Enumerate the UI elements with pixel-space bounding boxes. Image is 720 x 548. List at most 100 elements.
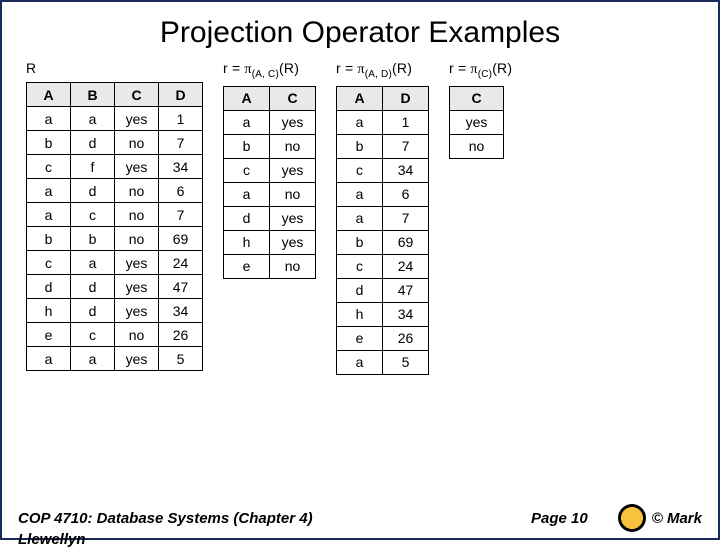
cell: a (337, 110, 383, 134)
col-header: C (115, 83, 159, 107)
cell: yes (270, 230, 316, 254)
cell: a (337, 206, 383, 230)
cell: yes (115, 299, 159, 323)
cell: no (270, 134, 316, 158)
cell: no (115, 131, 159, 155)
cell: b (337, 230, 383, 254)
table-row: cfyes34 (27, 155, 203, 179)
table-row: b7 (337, 134, 429, 158)
cell: c (71, 323, 115, 347)
footer-page: Page 10 (531, 510, 588, 527)
cell: c (224, 158, 270, 182)
column-relation-r: R A B C D aayes1bdno7cfyes34adno6acno7bb… (26, 60, 203, 371)
cell: 7 (383, 206, 429, 230)
cell: a (71, 107, 115, 131)
table-row: b69 (337, 230, 429, 254)
cell: yes (115, 251, 159, 275)
table-row: aayes1 (27, 107, 203, 131)
table-row: ddyes47 (27, 275, 203, 299)
pi-subscript: (A, C) (252, 69, 279, 80)
pi-subscript: (A, D) (365, 69, 392, 80)
cell: yes (270, 206, 316, 230)
col-header: C (270, 86, 316, 110)
label-text: r = (449, 60, 470, 76)
cell: yes (270, 110, 316, 134)
label-text: r = (336, 60, 357, 76)
table-row: bno (224, 134, 316, 158)
col-header: A (224, 86, 270, 110)
table-proj-c: C yesno (449, 86, 504, 159)
cell: no (115, 179, 159, 203)
table-row: d47 (337, 278, 429, 302)
cell: 34 (159, 155, 203, 179)
table-row: ecno26 (27, 323, 203, 347)
cell: no (115, 227, 159, 251)
cell: a (27, 179, 71, 203)
cell: f (71, 155, 115, 179)
table-row: dyes (224, 206, 316, 230)
column-proj-c: r = π(C)(R) C yesno (449, 60, 512, 159)
table-relation-r: A B C D aayes1bdno7cfyes34adno6acno7bbno… (26, 82, 203, 371)
table-row: cyes (224, 158, 316, 182)
cell: h (337, 302, 383, 326)
proj-ac-label: r = π(A, C)(R) (223, 60, 299, 80)
cell: 47 (159, 275, 203, 299)
cell: e (224, 254, 270, 278)
cell: yes (115, 275, 159, 299)
cell: no (450, 134, 504, 158)
cell: 7 (159, 203, 203, 227)
cell: 69 (159, 227, 203, 251)
table-row: hdyes34 (27, 299, 203, 323)
cell: 7 (159, 131, 203, 155)
cell: no (115, 323, 159, 347)
cell: b (71, 227, 115, 251)
col-header: C (450, 86, 504, 110)
cell: c (27, 251, 71, 275)
pi-subscript: (C) (478, 69, 492, 80)
cell: yes (115, 347, 159, 371)
cell: 34 (383, 302, 429, 326)
cell: yes (115, 107, 159, 131)
table-row: no (450, 134, 504, 158)
cell: yes (115, 155, 159, 179)
cell: 5 (383, 350, 429, 374)
cell: 6 (159, 179, 203, 203)
table-body: ayesbnocyesanodyeshyeseno (224, 110, 316, 278)
footer-right: © Mark (618, 504, 702, 532)
table-row: c34 (337, 158, 429, 182)
content-area: R A B C D aayes1bdno7cfyes34adno6acno7bb… (22, 60, 698, 375)
relation-r-label: R (26, 60, 36, 76)
cell: 26 (383, 326, 429, 350)
label-text: (R) (492, 60, 512, 76)
col-header: A (337, 86, 383, 110)
cell: d (337, 278, 383, 302)
cell: e (337, 326, 383, 350)
column-proj-ad: r = π(A, D)(R) A D a1b7c34a6a7b69c24d47h… (336, 60, 429, 375)
cell: h (224, 230, 270, 254)
cell: e (27, 323, 71, 347)
table-row: yes (450, 110, 504, 134)
cell: yes (270, 158, 316, 182)
cell: 24 (159, 251, 203, 275)
cell: 1 (383, 110, 429, 134)
proj-c-label: r = π(C)(R) (449, 60, 512, 80)
footer-copyright: © Mark (652, 510, 702, 527)
col-header: D (159, 83, 203, 107)
cell: 6 (383, 182, 429, 206)
table-body: yesno (450, 110, 504, 158)
footer-course: COP 4710: Database Systems (Chapter 4) (18, 510, 501, 527)
cell: a (27, 107, 71, 131)
cell: a (337, 182, 383, 206)
cell: b (224, 134, 270, 158)
pi-symbol: π (357, 62, 364, 77)
cell: 24 (383, 254, 429, 278)
table-row: acno7 (27, 203, 203, 227)
table-row: a1 (337, 110, 429, 134)
table-row: a5 (337, 350, 429, 374)
table-row: e26 (337, 326, 429, 350)
cell: c (337, 158, 383, 182)
cell: d (224, 206, 270, 230)
table-row: a6 (337, 182, 429, 206)
cell: c (337, 254, 383, 278)
label-text: r = (223, 60, 244, 76)
